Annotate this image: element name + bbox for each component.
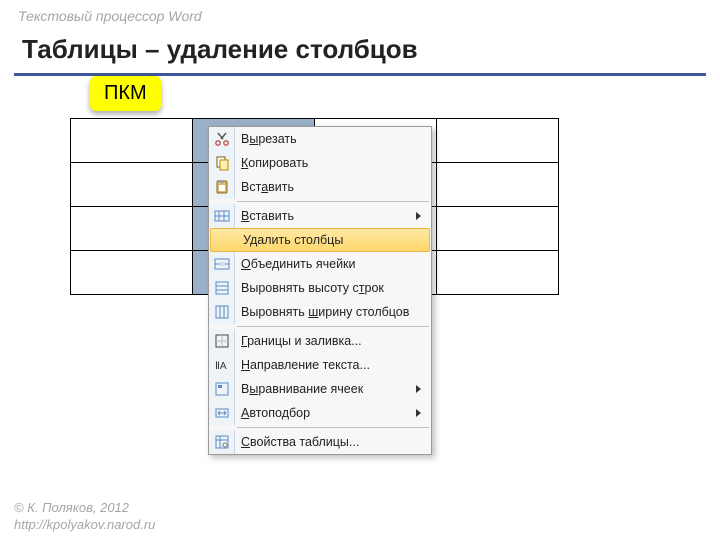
text-direction-icon: ⅡA [209,353,235,377]
menu-item-label: Границы и заливка... [235,334,425,348]
menu-item-label: Автоподбор [235,406,416,420]
menu-item-label: Выровнять высоту строк [235,281,425,295]
menu-item[interactable]: ⅡA Направление текста... [209,353,431,377]
menu-item[interactable]: Свойства таблицы... [209,430,431,454]
menu-item-label: Направление текста... [235,358,425,372]
pkm-badge: ПКМ [90,76,161,111]
cut-icon [209,127,235,151]
menu-item[interactable]: Автоподбор [209,401,431,425]
menu-item[interactable]: Вставить [209,175,431,199]
chevron-right-icon [416,409,421,417]
menu-item-label: Вставить [235,209,416,223]
menu-item-label: Удалить столбцы [237,233,423,247]
menu-item-label: Объединить ячейки [235,257,425,271]
menu-item[interactable]: Удалить столбцы [210,228,430,252]
page-title: Таблицы – удаление столбцов [0,24,720,73]
paste-icon [209,175,235,199]
svg-text:ⅡA: ⅡA [215,361,227,372]
menu-item[interactable]: Копировать [209,151,431,175]
insert-icon [209,204,235,228]
menu-item-label: Вырезать [235,132,425,146]
menu-separator [237,427,429,428]
chevron-right-icon [416,385,421,393]
footer: © К. Поляков, 2012 http://kpolyakov.naro… [14,499,155,534]
delete-columns-icon [211,228,237,252]
distribute-columns-icon [209,300,235,324]
menu-item-label: Вставить [235,180,425,194]
menu-item-label: Свойства таблицы... [235,435,425,449]
context-menu: Вырезать Копировать Вставить Вставить Удалит… [208,126,432,455]
distribute-rows-icon [209,276,235,300]
menu-item[interactable]: Объединить ячейки [209,252,431,276]
menu-item-label: Выравнивание ячеек [235,382,416,396]
copy-icon [209,151,235,175]
menu-item[interactable]: Выровнять ширину столбцов [209,300,431,324]
table-properties-icon [209,430,235,454]
menu-separator [237,326,429,327]
copyright: © К. Поляков, 2012 [14,499,155,517]
menu-item[interactable]: Выравнивание ячеек [209,377,431,401]
footer-url: http://kpolyakov.narod.ru [14,516,155,534]
merge-cells-icon [209,252,235,276]
menu-item[interactable]: Выровнять высоту строк [209,276,431,300]
menu-separator [237,201,429,202]
menu-item-label: Копировать [235,156,425,170]
menu-item-label: Выровнять ширину столбцов [235,305,425,319]
borders-icon [209,329,235,353]
menu-item[interactable]: Вырезать [209,127,431,151]
category-caption: Текстовый процессор Word [0,0,720,24]
cell-alignment-icon [209,377,235,401]
chevron-right-icon [416,212,421,220]
autofit-icon [209,401,235,425]
menu-item[interactable]: Границы и заливка... [209,329,431,353]
menu-item[interactable]: Вставить [209,204,431,228]
